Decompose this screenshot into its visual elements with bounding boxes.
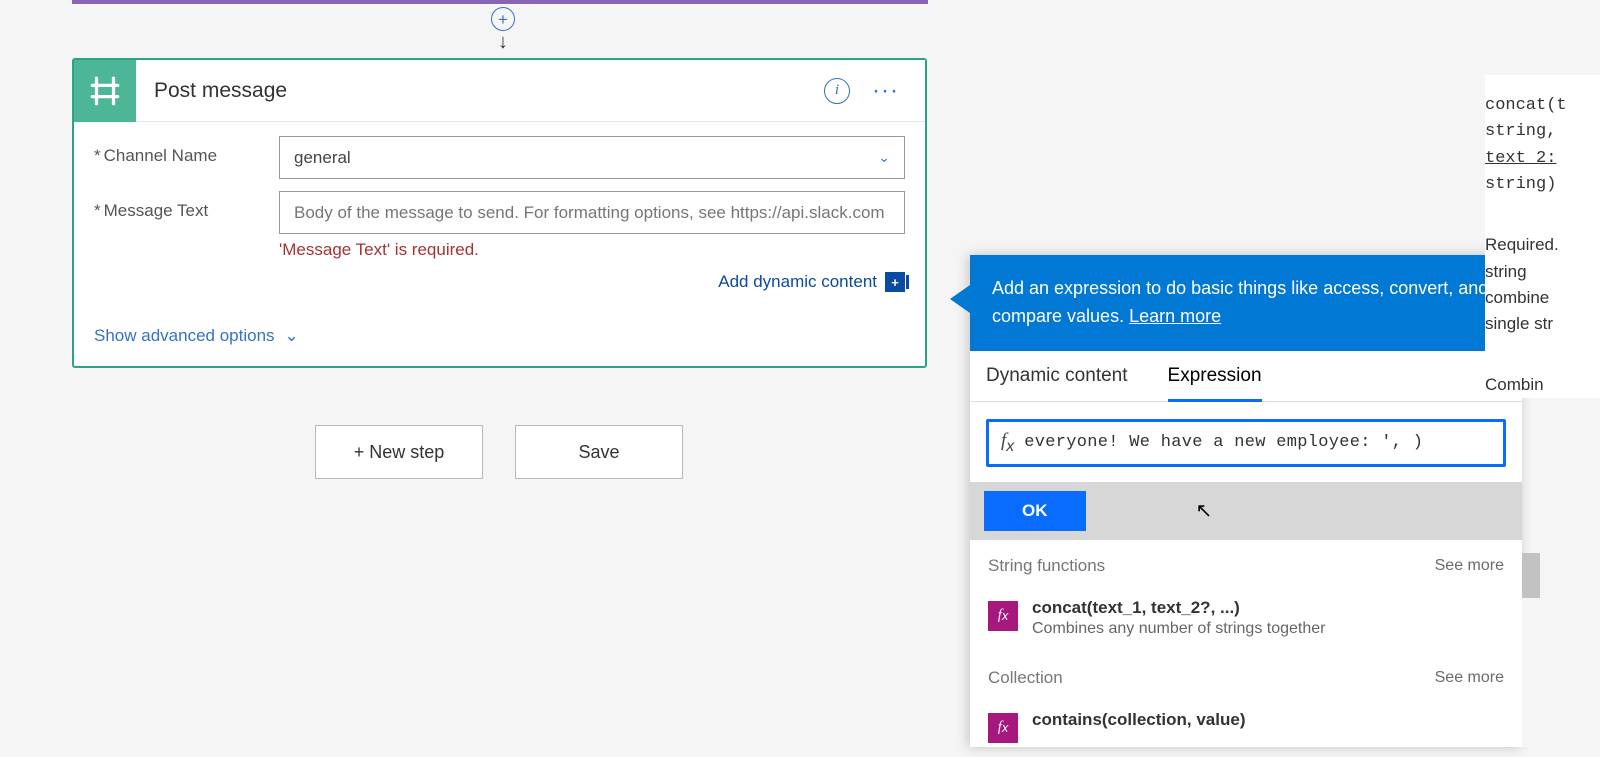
dynamic-badge-icon: + (885, 272, 905, 292)
contains-name: contains(collection, value) (1032, 710, 1504, 730)
help-line: single str (1485, 311, 1600, 337)
collection-title: Collection (988, 668, 1063, 688)
help-line: concat(t (1485, 93, 1600, 119)
help-line: string, (1485, 119, 1600, 145)
message-text-input[interactable]: Body of the message to send. For formatt… (279, 191, 905, 234)
card-header: Post message i ··· (74, 60, 925, 122)
flow-action-buttons: + New step Save (315, 425, 683, 479)
show-advanced-options[interactable]: Show advanced options ⌄ (94, 326, 299, 346)
add-dynamic-content-link[interactable]: Add dynamic content + (718, 272, 905, 292)
chevron-down-icon: ⌄ (878, 149, 890, 166)
learn-more-link[interactable]: Learn more (1129, 306, 1221, 326)
tab-expression[interactable]: Expression (1168, 351, 1280, 401)
panel-scrollbar[interactable] (1522, 553, 1540, 747)
message-text-label-text: Message Text (104, 201, 209, 220)
help-line: string (1485, 259, 1600, 285)
slack-icon (74, 60, 136, 122)
concat-name: concat(text_1, text_2?, ...) (1032, 598, 1504, 618)
ok-button[interactable]: OK (984, 491, 1086, 531)
expression-banner-text: Add an expression to do basic things lik… (992, 278, 1488, 326)
collection-header: Collection See more (970, 652, 1522, 700)
help-line: string) (1485, 172, 1600, 198)
arrow-down-icon: ↓ (498, 32, 508, 52)
scrollbar-thumb[interactable] (1522, 553, 1540, 598)
string-functions-title: String functions (988, 556, 1105, 576)
add-dynamic-content-text: Add dynamic content (718, 272, 877, 292)
post-message-card: Post message i ··· *Channel Name general… (72, 58, 927, 368)
collection-see-more[interactable]: See more (1435, 669, 1504, 687)
ok-row: OK ↖ (970, 482, 1522, 540)
expression-panel: Add an expression to do basic things lik… (970, 255, 1522, 747)
concat-desc: Combines any number of strings together (1032, 620, 1504, 638)
expression-tabs: Dynamic content Expression ˆ 2/2 ˇ (970, 351, 1522, 402)
help-line: Required. (1485, 232, 1600, 258)
message-text-validation: 'Message Text' is required. (279, 240, 905, 260)
channel-name-label-text: Channel Name (104, 146, 217, 165)
message-text-row: *Message Text Body of the message to sen… (94, 191, 905, 292)
cursor-icon: ↖ (1196, 498, 1213, 523)
help-line: text_2: (1485, 146, 1600, 172)
chevron-down-icon: ⌄ (285, 326, 299, 346)
save-button[interactable]: Save (515, 425, 683, 479)
tab-dynamic-content[interactable]: Dynamic content (986, 351, 1146, 401)
show-advanced-text: Show advanced options (94, 326, 275, 346)
contains-function-row[interactable]: fx contains(collection, value) (970, 700, 1522, 747)
help-line: Combin (1485, 372, 1600, 398)
string-see-more[interactable]: See more (1435, 557, 1504, 575)
step-connector: + ↓ (491, 4, 515, 52)
new-step-button[interactable]: + New step (315, 425, 483, 479)
expression-input-row: fx everyone! We have a new employee: ', … (986, 419, 1506, 467)
concat-function-row[interactable]: fx concat(text_1, text_2?, ...) Combines… (970, 588, 1522, 652)
fx-icon: fx (993, 430, 1024, 456)
channel-name-label: *Channel Name (94, 136, 279, 179)
channel-name-select[interactable]: general ⌄ (279, 136, 905, 179)
panel-pointer-icon (950, 285, 970, 313)
channel-name-row: *Channel Name general ⌄ (94, 136, 905, 179)
channel-name-value: general (294, 148, 351, 168)
help-line: combine (1485, 285, 1600, 311)
expression-input[interactable]: everyone! We have a new employee: ', ) (1024, 433, 1499, 452)
message-text-label: *Message Text (94, 191, 279, 292)
card-title: Post message (136, 79, 824, 103)
fx-icon: fx (988, 601, 1018, 631)
card-body: *Channel Name general ⌄ *Message Text Bo… (74, 122, 925, 366)
fx-icon: fx (988, 713, 1018, 743)
expression-banner: Add an expression to do basic things lik… (970, 255, 1522, 351)
info-icon[interactable]: i (824, 78, 850, 104)
help-tooltip: concat(t string, text_2: string) Require… (1485, 75, 1600, 398)
add-step-plus-icon[interactable]: + (491, 7, 515, 31)
string-functions-header: String functions See more (970, 540, 1522, 588)
more-icon[interactable]: ··· (872, 77, 899, 105)
